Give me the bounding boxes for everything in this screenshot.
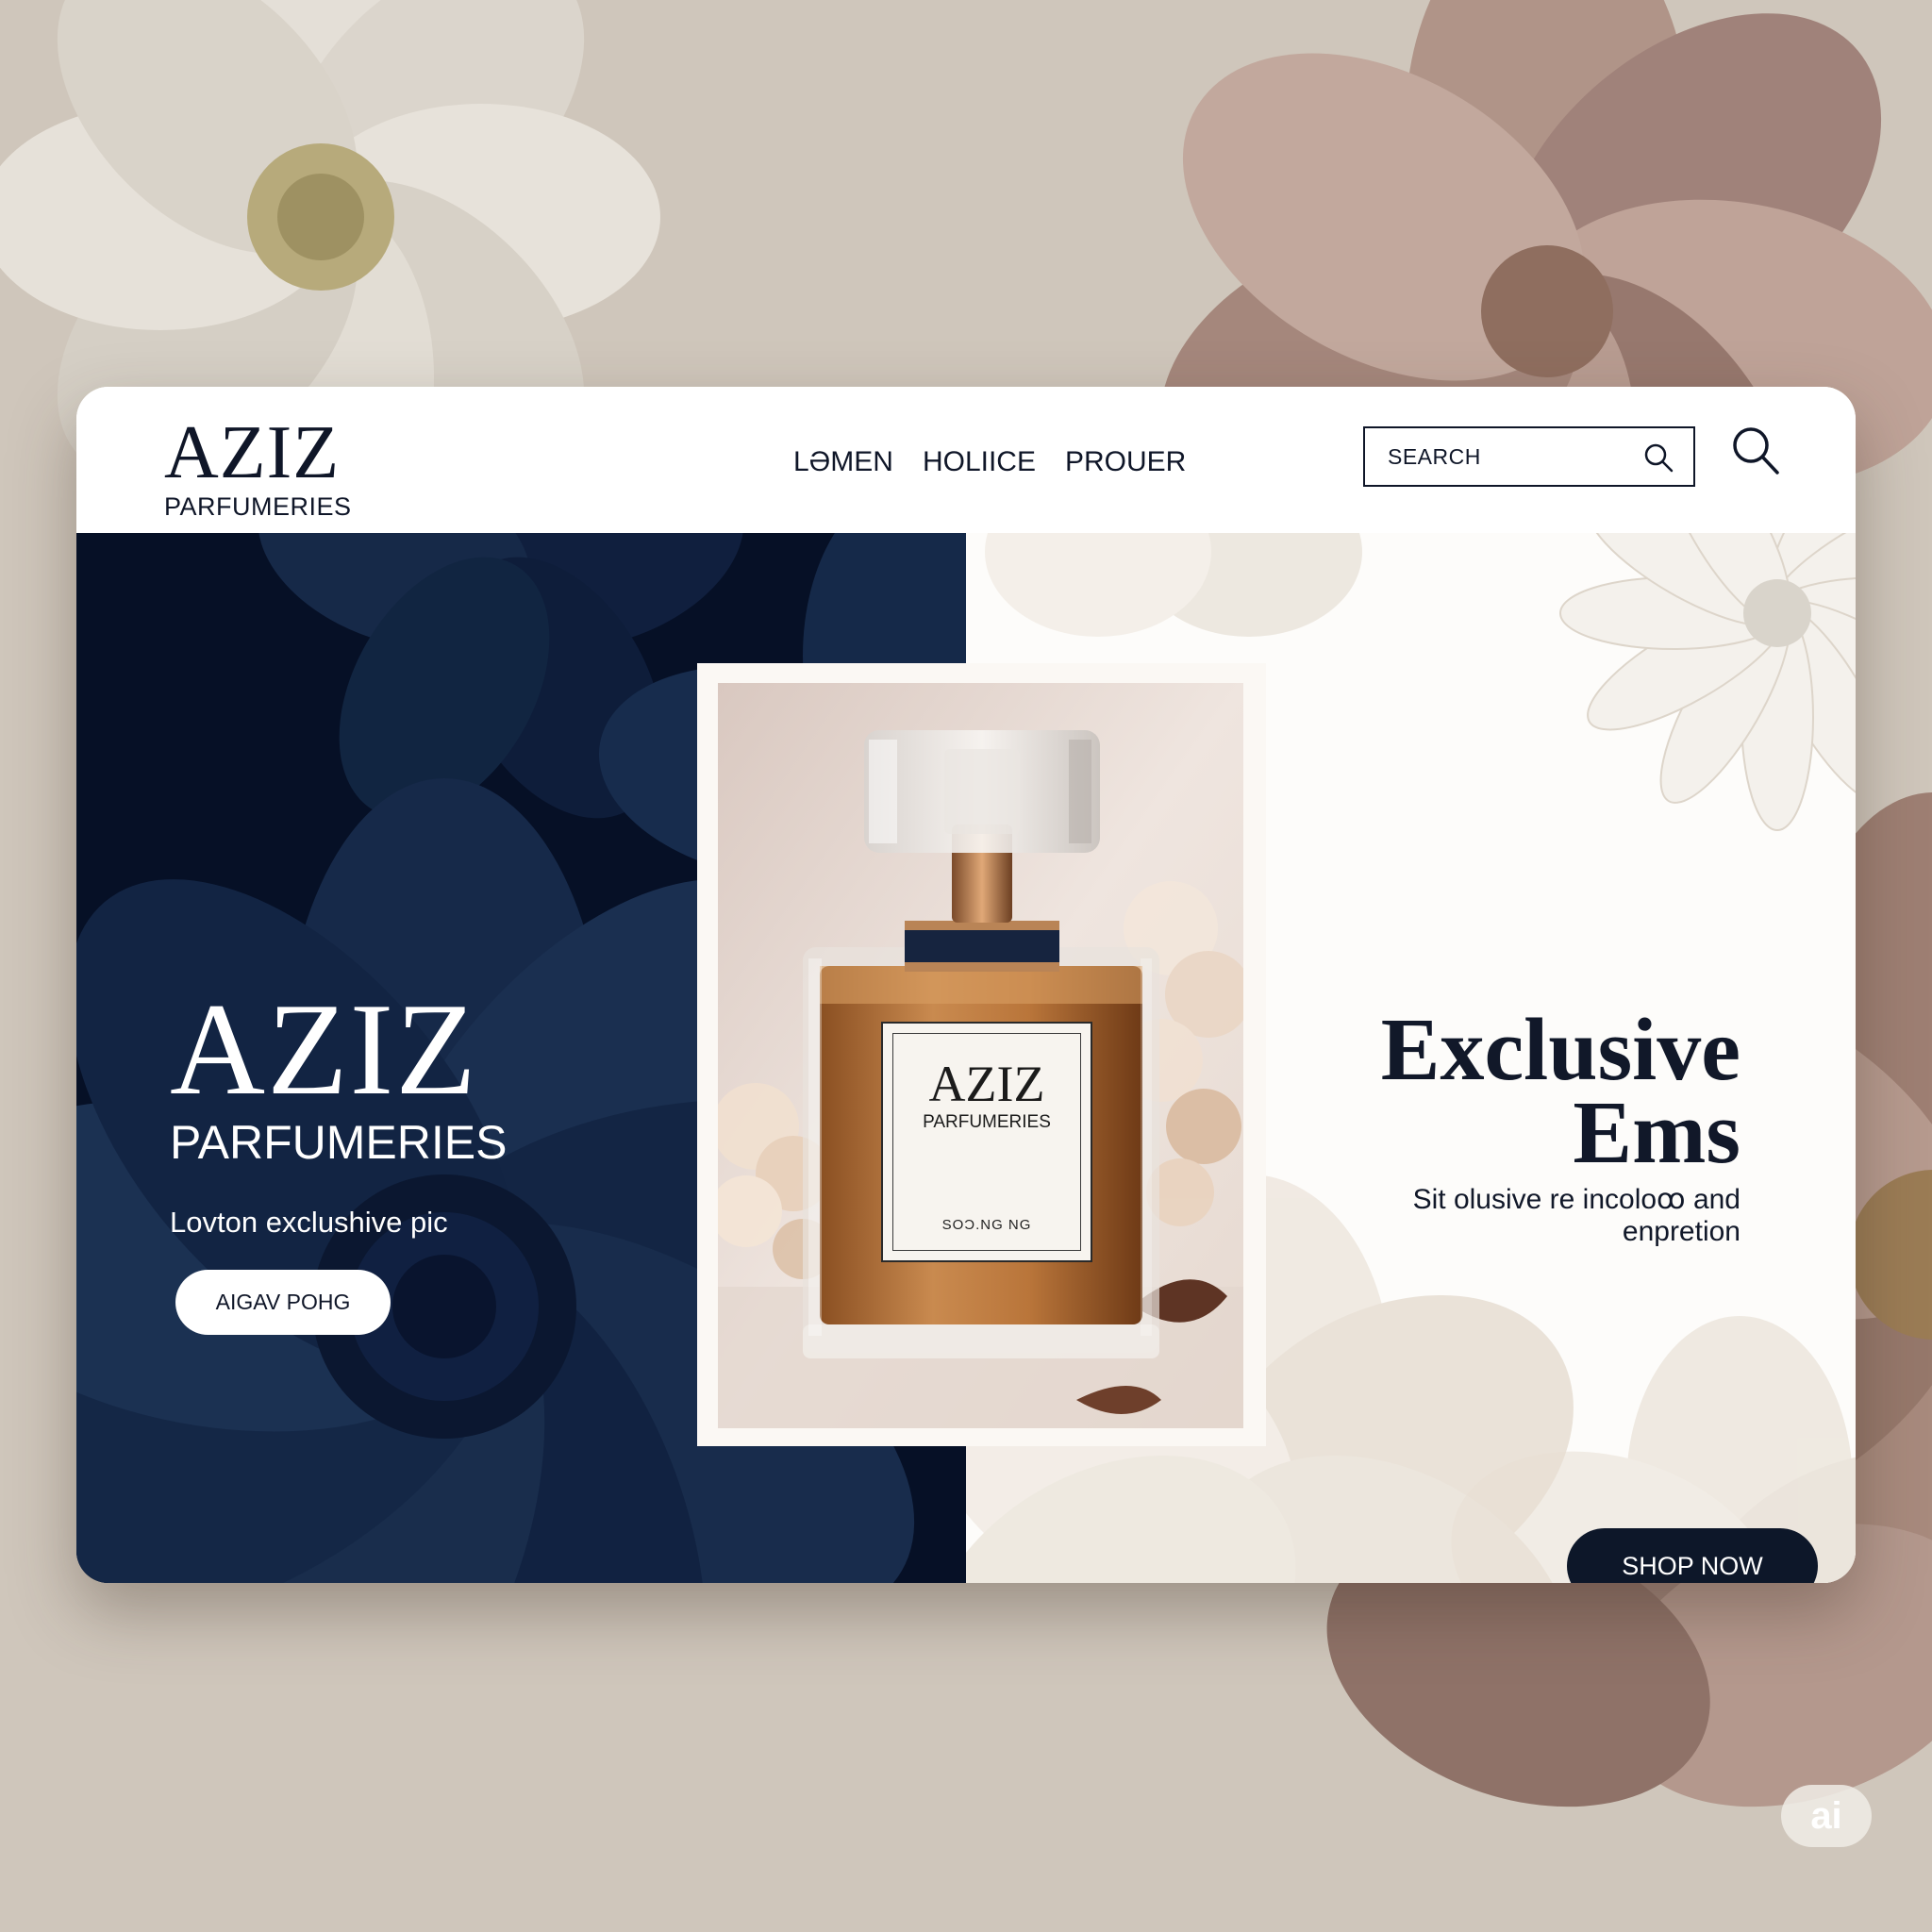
promo-title-line-2: Ems [1573, 1084, 1740, 1182]
shop-now-button[interactable]: SHOP NOW [1567, 1528, 1818, 1583]
magnifier-icon[interactable] [1730, 425, 1781, 477]
site-header: AZIZ PARFUMERIES LƏMEN HOLIICE PROUER [76, 387, 1856, 533]
hero-cta-button[interactable]: AIGAV POHG [175, 1270, 391, 1335]
nav-link-2[interactable]: HOLIICE [923, 445, 1036, 479]
promo-description: Sit olusive re incoloꝏ and enpretion [1412, 1184, 1740, 1247]
label-note: SOƆ.NG NG [941, 1217, 1032, 1233]
site-logo[interactable]: AZIZ PARFUMERIES [164, 413, 352, 521]
hero-brand-subtitle: PARFUMERIES [170, 1116, 508, 1169]
label-subtitle: PARFUMERIES [923, 1112, 1051, 1132]
hero-tagline: Lovton exclushive pic [170, 1206, 448, 1239]
logo-title: AZIZ [164, 411, 341, 494]
browser-window: AZIZ PARFUMERIES LƏMEN HOLIICE PROUER SE… [76, 387, 1856, 1583]
logo-subtitle: PARFUMERIES [164, 492, 352, 521]
ai-badge: ai [1781, 1785, 1872, 1847]
promo-title: Exclusive Ems [1381, 1006, 1740, 1177]
label-title: AZIZ [928, 1056, 1045, 1112]
main-nav: LƏMEN HOLIICE PROUER [793, 445, 1186, 479]
search-input[interactable] [1386, 442, 1644, 471]
perfume-label: AZIZ PARFUMERIES SOƆ.NG NG [881, 1022, 1092, 1262]
hero-brand-title: AZIZ [170, 976, 478, 1123]
nav-link-1[interactable]: LƏMEN [793, 445, 893, 479]
search-box [1363, 426, 1695, 487]
product-card[interactable]: AZIZ PARFUMERIES SOƆ.NG NG [697, 663, 1266, 1446]
perfume-bottle-image: AZIZ PARFUMERIES SOƆ.NG NG [718, 683, 1243, 1428]
nav-link-3[interactable]: PROUER [1065, 445, 1186, 479]
search-icon[interactable] [1642, 441, 1674, 474]
